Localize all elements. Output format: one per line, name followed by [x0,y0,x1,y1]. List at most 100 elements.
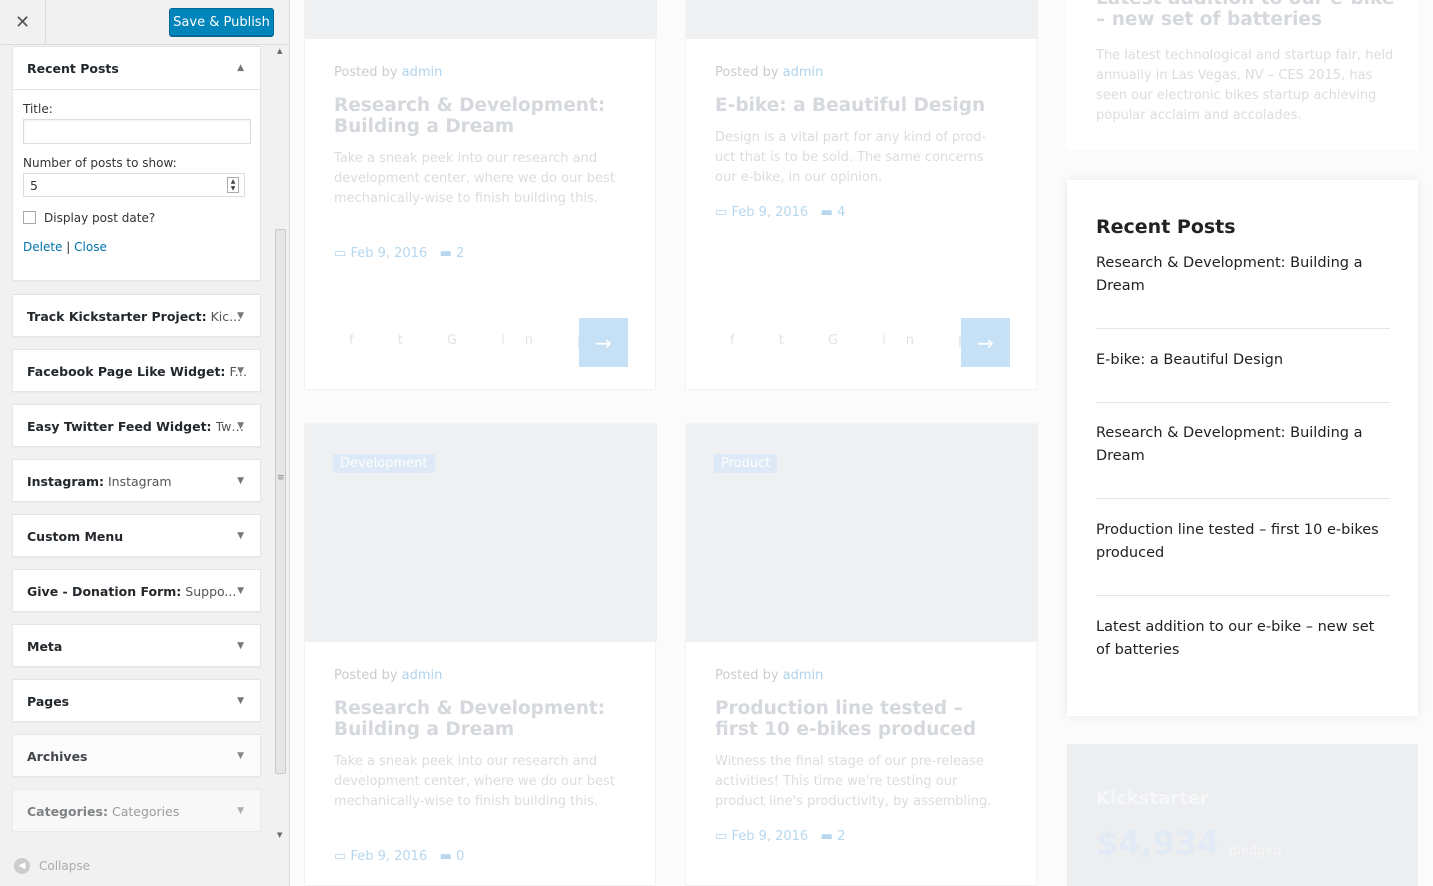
num-posts-input[interactable]: 5 ▲ ▼ [23,173,245,197]
post-title[interactable]: Research & Development: Building a Dream [334,95,624,137]
widget-recent-posts-header[interactable]: Recent Posts ▲ [13,47,260,89]
widget-header[interactable]: Meta ▼ [13,625,260,667]
customizer-sidebar: ✕ Save & Publish Recent Posts ▲ Title: N… [0,0,290,886]
social-icons[interactable]: f t G in p [349,333,605,348]
calendar-icon: ▭ [715,829,728,844]
widget-header[interactable]: Facebook Page Like Widget: F... ▼ [13,350,260,392]
posted-by: Posted by admin [334,668,443,683]
collapse-arrow-icon[interactable]: ▲ [237,63,244,73]
save-publish-button[interactable]: Save & Publish [169,8,274,36]
category-tag[interactable]: Development [333,454,435,473]
calendar-icon: ▭ [715,205,728,220]
widget-10[interactable]: Categories: Categories ▼ [12,789,261,832]
widget-header[interactable]: Custom Menu ▼ [13,515,260,557]
read-more-arrow-icon[interactable]: → [579,318,628,367]
close-icon[interactable]: ✕ [0,0,46,45]
expand-arrow-icon[interactable]: ▼ [237,476,244,486]
post-image [686,0,1038,39]
recent-post-link[interactable]: Research & Development: Building a Dream [1096,252,1388,298]
calendar-icon: ▭ [334,849,347,864]
scroll-down-icon[interactable]: ▼ [277,831,282,839]
recent-post-link[interactable]: Research & Development: Building a Dream [1096,422,1388,468]
comment-count: 4 [837,205,846,220]
widget-title: Recent Posts [27,60,119,76]
kickstarter-widget: Kickstarter $4,934 pledged [1067,744,1418,886]
expand-arrow-icon[interactable]: ▼ [237,641,244,651]
posted-by: Posted by admin [715,668,824,683]
collapse-button[interactable]: ◀ Collapse [14,858,90,874]
widget-3[interactable]: Easy Twitter Feed Widget: Twi... ▼ [12,404,261,447]
featured-post-widget: Latest addition to our e-bike – new set … [1067,0,1418,150]
widget-5[interactable]: Custom Menu ▼ [12,514,261,557]
post-title[interactable]: Production line tested – first 10 e-bike… [715,698,1005,740]
widget-name: Instagram: [27,473,104,489]
recent-post-link[interactable]: Latest addition to our e-bike – new set … [1096,616,1388,662]
sidebar-scrollbar[interactable]: ▲ ≡ ▼ [274,45,288,840]
widget-1[interactable]: Track Kickstarter Project: Kic... ▼ [12,294,261,337]
widget-header[interactable]: Categories: Categories ▼ [13,790,260,832]
stepper-icon[interactable]: ▲ ▼ [227,177,239,193]
widget-header[interactable]: Pages ▼ [13,680,260,722]
widget-header[interactable]: Track Kickstarter Project: Kic... ▼ [13,295,260,337]
show-date-row: Display post date? [23,211,250,225]
widget-7[interactable]: Meta ▼ [12,624,261,667]
social-icons[interactable]: f t G in p [730,333,986,348]
widget-recent-posts: Recent Posts ▲ Title: Number of posts to… [12,46,261,281]
featured-post-title[interactable]: Latest addition to our e-bike – new set … [1096,0,1396,30]
expand-arrow-icon[interactable]: ▼ [237,366,244,376]
expand-arrow-icon[interactable]: ▼ [237,531,244,541]
post-date: Feb 9, 2016 [731,829,809,844]
post-date: Feb 9, 2016 [350,849,428,864]
title-field-label: Title: [23,102,53,116]
featured-post-excerpt: The latest technological and startup fai… [1096,48,1394,123]
kickstarter-amount: $4,934 [1096,824,1220,862]
comment-icon: ▬ [820,205,833,220]
post-title[interactable]: E-bike: a Beautiful Design [715,95,1005,116]
post-excerpt: Witness the final stage of our pre-relea… [715,754,992,809]
widget-header[interactable]: Archives ▼ [13,735,260,777]
widget-9[interactable]: Archives ▼ [12,734,261,777]
scrollbar-thumb[interactable] [275,229,286,774]
widget-subtitle: Categories [111,803,180,819]
category-tag[interactable]: Product [714,454,778,473]
delete-link[interactable]: Delete [23,240,62,254]
widget-2[interactable]: Facebook Page Like Widget: F... ▼ [12,349,261,392]
scroll-up-icon[interactable]: ▲ [277,47,282,55]
author-link: admin [782,668,824,683]
expand-arrow-icon[interactable]: ▼ [237,311,244,321]
show-date-checkbox[interactable] [23,211,36,224]
post-excerpt: Take a sneak peek into our research and … [334,151,615,206]
kickstarter-title: Kickstarter [1096,788,1209,809]
comment-count: 2 [456,246,465,261]
widget-4[interactable]: Instagram: Instagram ▼ [12,459,261,502]
widget-header[interactable]: Instagram: Instagram ▼ [13,460,260,502]
widget-8[interactable]: Pages ▼ [12,679,261,722]
site-preview: Posted by admin Research & Development: … [291,0,1433,886]
recent-posts-title: Recent Posts [1096,216,1236,238]
widget-name: Custom Menu [27,528,124,544]
divider [1096,498,1390,499]
author-link: admin [782,65,824,80]
widget-header[interactable]: Easy Twitter Feed Widget: Twi... ▼ [13,405,260,447]
post-title[interactable]: Research & Development: Building a Dream [334,698,624,740]
title-input[interactable] [23,119,251,144]
close-link[interactable]: Close [74,240,107,254]
expand-arrow-icon[interactable]: ▼ [237,696,244,706]
widget-header[interactable]: Give - Donation Form: Suppo... ▼ [13,570,260,612]
expand-arrow-icon[interactable]: ▼ [237,421,244,431]
expand-arrow-icon[interactable]: ▼ [237,751,244,761]
divider [1096,595,1390,596]
divider [1096,402,1390,403]
widget-name: Easy Twitter Feed Widget: [27,418,212,434]
recent-post-link[interactable]: E-bike: a Beautiful Design [1096,349,1388,372]
posted-by: Posted by admin [715,65,824,80]
comment-icon: ▬ [439,849,452,864]
read-more-arrow-icon[interactable]: → [961,318,1010,367]
expand-arrow-icon[interactable]: ▼ [237,806,244,816]
post-meta: ▭ Feb 9, 2016 ▬ 0 [334,849,464,864]
post-date: Feb 9, 2016 [731,205,809,220]
widget-subtitle: Suppo... [185,583,237,599]
recent-post-link[interactable]: Production line tested – first 10 e-bike… [1096,519,1388,565]
expand-arrow-icon[interactable]: ▼ [237,586,244,596]
widget-6[interactable]: Give - Donation Form: Suppo... ▼ [12,569,261,612]
